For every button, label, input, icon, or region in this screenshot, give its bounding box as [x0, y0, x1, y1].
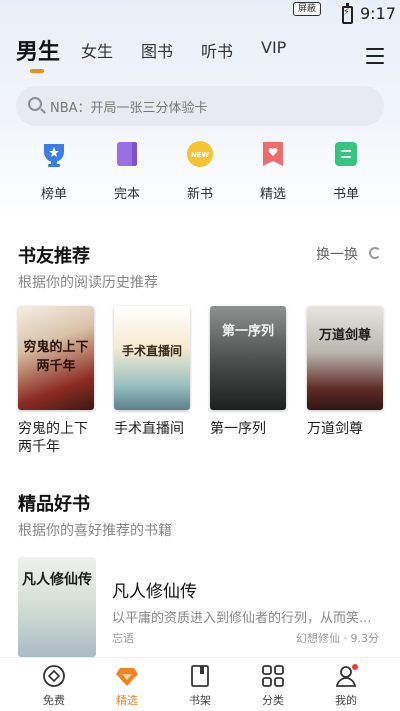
- quick-link-label: 完本: [113, 187, 140, 202]
- section-subtitle: 根据你的喜好推荐的书籍: [18, 523, 172, 539]
- tab-audiobooks[interactable]: 听书: [201, 38, 233, 62]
- featured-book-title[interactable]: 凡人修仙传: [112, 577, 197, 602]
- free-coin-icon: [42, 664, 66, 688]
- tab-books[interactable]: 图书: [141, 38, 173, 62]
- nav-bookshelf[interactable]: 书架: [170, 664, 230, 708]
- cover-text: 凡人修仙传: [22, 572, 92, 588]
- grid-icon: [261, 664, 285, 688]
- active-tab-indicator: [30, 69, 44, 73]
- nav-categories[interactable]: 分类: [243, 664, 303, 708]
- nav-label: 免费: [43, 694, 65, 707]
- featured-book-cover[interactable]: 凡人修仙传: [18, 557, 96, 657]
- quick-link-label: 新书: [186, 187, 213, 202]
- quick-link-new-books[interactable]: NEW 新书: [170, 140, 230, 210]
- book-card[interactable]: 第一序列 第一序列: [210, 306, 286, 438]
- nav-label: 分类: [262, 694, 284, 707]
- status-time: 9:17: [360, 4, 396, 23]
- search-placeholder: NBA：开局一张三分体验卡: [50, 101, 208, 116]
- section-title: 书友推荐: [18, 246, 90, 267]
- search-icon: [28, 97, 42, 111]
- status-tag: 屏蔽: [293, 2, 322, 16]
- quick-link-completed[interactable]: 完本: [97, 140, 157, 210]
- status-bar: 屏蔽 9:17: [0, 0, 400, 30]
- nav-label: 我的: [335, 694, 357, 707]
- bottom-navigation: 免费 精选 书架 分类 我的: [0, 657, 400, 711]
- menu-icon[interactable]: [366, 48, 384, 64]
- cover-text: 第一序列: [221, 324, 274, 339]
- book-cover: 穷鬼的上下两千年: [18, 306, 94, 410]
- section-subtitle: 根据你的阅读历史推荐: [18, 275, 158, 291]
- book-cover: 第一序列: [210, 306, 286, 410]
- featured-book-rating: 9.3分: [350, 632, 380, 645]
- user-icon: [334, 664, 358, 688]
- tab-female[interactable]: 女生: [81, 38, 113, 62]
- booklist-icon: [332, 140, 360, 168]
- refresh-icon[interactable]: [369, 247, 381, 259]
- quick-link-label: 书单: [332, 187, 359, 202]
- trophy-icon: [40, 140, 68, 168]
- book-card[interactable]: 手术直播间 手术直播间: [114, 306, 190, 438]
- quick-link-booklists[interactable]: 书单: [316, 140, 376, 210]
- tab-male[interactable]: 男生: [16, 34, 60, 66]
- nav-profile[interactable]: 我的: [316, 664, 376, 708]
- quick-link-rankings[interactable]: 榜单: [24, 140, 84, 210]
- section-title: 精品好书: [18, 494, 90, 515]
- tab-vip[interactable]: VIP: [261, 38, 286, 57]
- refresh-button[interactable]: 换一换: [316, 244, 358, 264]
- book-title: 穷鬼的上下两千年: [18, 421, 88, 455]
- channel-tabs: 男生 女生 图书 听书 VIP: [0, 38, 400, 78]
- featured-book-genre: 幻想修仙: [296, 632, 340, 645]
- quick-link-label: 榜单: [40, 187, 67, 202]
- book-title: 第一序列: [210, 421, 266, 437]
- bookshelf-icon: [188, 664, 212, 688]
- cover-text: 万道剑尊: [318, 328, 371, 343]
- nav-featured[interactable]: 精选: [97, 664, 157, 708]
- cover-text: 穷鬼的上下两千年: [23, 340, 89, 374]
- book-card[interactable]: 万道剑尊 万道剑尊: [307, 306, 383, 438]
- book-title: 万道剑尊: [307, 421, 363, 437]
- battery-icon: [342, 3, 353, 24]
- cover-text: 手术直播间: [121, 344, 182, 358]
- book-title: 手术直播间: [114, 421, 184, 437]
- gem-icon: [115, 664, 139, 688]
- nav-label: 书架: [189, 694, 211, 707]
- svg-text:NEW: NEW: [191, 151, 210, 159]
- quick-link-label: 精选: [259, 187, 286, 202]
- nav-label: 精选: [116, 694, 138, 707]
- quick-link-featured[interactable]: 精选: [243, 140, 303, 210]
- featured-book-meta: 幻想修仙 · 9.3分: [296, 632, 380, 645]
- book-cover: 手术直播间: [114, 306, 190, 410]
- heart-bookmark-icon: [259, 140, 287, 168]
- featured-book-author: 忘语: [112, 632, 134, 645]
- search-bar[interactable]: NBA：开局一张三分体验卡: [16, 86, 384, 126]
- book-cover: 万道剑尊: [307, 306, 383, 410]
- book-complete-icon: [113, 140, 141, 168]
- nav-free[interactable]: 免费: [24, 664, 84, 708]
- new-badge-icon: NEW: [186, 140, 214, 168]
- featured-book-description: 以平庸的资质进入到修仙者的行列，从而笑...: [112, 611, 372, 626]
- book-card[interactable]: 穷鬼的上下两千年 穷鬼的上下两千年: [18, 306, 94, 456]
